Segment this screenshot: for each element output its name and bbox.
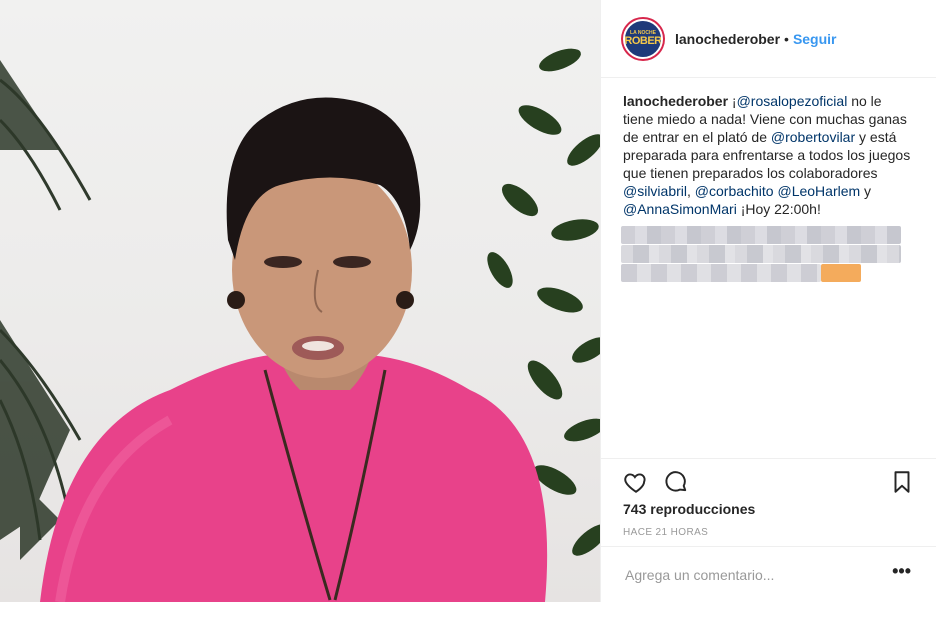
view-count[interactable]: 743 reproducciones [623, 501, 755, 517]
separator-dot: • [784, 30, 789, 47]
mention-link[interactable]: @LeoHarlem [777, 183, 860, 199]
post-sidebar: LA NOCHE ROBER lanochederober • Seguir l… [600, 0, 936, 602]
instagram-post: LA NOCHE ROBER lanochederober • Seguir l… [0, 0, 936, 602]
more-options-icon[interactable]: ••• [892, 561, 911, 581]
video-frame [0, 48, 600, 602]
mention-link[interactable]: @silviabril [623, 183, 687, 199]
action-icons [623, 469, 917, 495]
heart-icon[interactable] [623, 469, 649, 495]
caption-text: ¡ [728, 93, 737, 109]
caption-text: ¡Hoy 22:00h! [736, 201, 821, 217]
header-username[interactable]: lanochederober [675, 31, 780, 47]
caption-username[interactable]: lanochederober [623, 93, 728, 109]
mention-link[interactable]: @robertovilar [771, 129, 855, 145]
comment-bar: ••• [601, 546, 936, 603]
follow-button[interactable]: Seguir [793, 31, 837, 47]
caption-text: y [860, 183, 872, 199]
post-caption: lanochederober ¡@rosalopezoficial no le … [601, 78, 936, 218]
avatar[interactable]: LA NOCHE ROBER [621, 16, 665, 61]
bookmark-icon[interactable] [889, 469, 915, 495]
caption-text: , [687, 183, 695, 199]
post-header: LA NOCHE ROBER lanochederober • Seguir [601, 0, 936, 78]
mention-link[interactable]: @AnnaSimonMari [623, 201, 737, 217]
avatar-logo: LA NOCHE ROBER [623, 18, 663, 59]
mention-link[interactable]: @rosalopezoficial [737, 93, 848, 109]
redacted-text [621, 226, 914, 284]
post-timestamp[interactable]: HACE 21 HORAS [623, 527, 708, 538]
comment-input[interactable] [623, 559, 877, 591]
mention-link[interactable]: @corbachito [695, 183, 774, 199]
avatar-logo-bottom: ROBER [624, 35, 662, 47]
video-player[interactable] [0, 0, 600, 602]
comment-icon[interactable] [663, 469, 689, 495]
